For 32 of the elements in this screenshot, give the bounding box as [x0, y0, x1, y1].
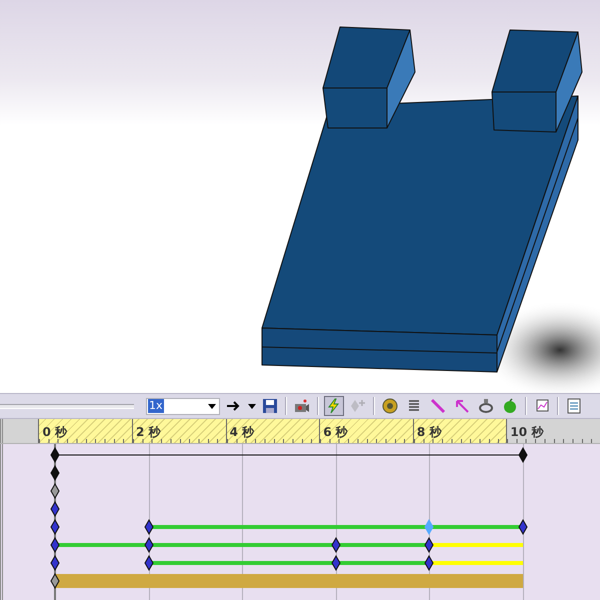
time-label: 6 秒 [323, 425, 348, 439]
time-label: 2 秒 [136, 425, 161, 439]
keyframe-icon[interactable] [50, 447, 60, 463]
caret-icon[interactable] [248, 404, 256, 408]
keyframe-icon[interactable] [50, 573, 60, 589]
keyframe-icon[interactable] [424, 537, 434, 553]
time-label: 4 秒 [230, 425, 254, 439]
keyframe-icon[interactable] [50, 519, 60, 535]
time-label: 8 秒 [416, 425, 442, 439]
speed-dropdown[interactable]: 1x [146, 398, 220, 414]
calculate-button[interactable] [324, 396, 344, 416]
time-label: 0 秒 [42, 425, 67, 439]
keyframe-icon[interactable] [50, 537, 60, 553]
keyframe-icon[interactable] [518, 519, 528, 535]
motor-icon[interactable] [380, 396, 400, 416]
keyframe-icon[interactable] [518, 447, 528, 463]
keyframe-icon[interactable] [144, 555, 154, 571]
rod-icon[interactable] [428, 396, 448, 416]
keyframe-icon[interactable] [330, 555, 341, 571]
time-label: 10 秒 [510, 425, 544, 439]
slider-track[interactable] [0, 404, 134, 408]
keyframe-icon[interactable] [144, 519, 154, 535]
keyframe-icon[interactable] [50, 483, 60, 499]
caret-icon[interactable] [208, 404, 216, 408]
keyframe-icon[interactable] [50, 501, 60, 517]
save-icon[interactable] [260, 396, 280, 416]
keyframe-icon[interactable] [330, 537, 341, 553]
keyframe-icon[interactable] [50, 465, 60, 481]
ring-icon[interactable] [476, 396, 496, 416]
keyframe-icon[interactable] [424, 555, 434, 571]
keyframe-icon[interactable] [50, 555, 60, 571]
keyframe-icon[interactable] [144, 537, 154, 553]
